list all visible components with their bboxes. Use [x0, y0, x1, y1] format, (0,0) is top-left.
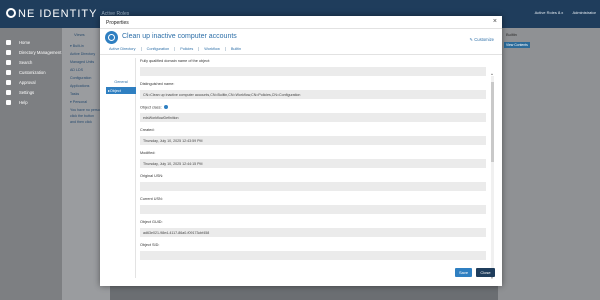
- modified-field[interactable]: Thursday, July 10, 2025 12:44:15 PM: [140, 159, 486, 168]
- tab-object[interactable]: ▸ Object: [106, 87, 136, 94]
- breadcrumb-builtin[interactable]: Builtin: [226, 47, 246, 51]
- object-title: Clean up inactive computer accounts: [122, 33, 237, 40]
- object-guid-field[interactable]: ad63e021-98e4-4117-86a0-f09173cbf458: [140, 228, 486, 237]
- views-header: Views: [74, 32, 85, 37]
- breadcrumb-active-directory[interactable]: Active Directory: [104, 47, 142, 51]
- breadcrumb-policies[interactable]: Policies: [175, 47, 200, 51]
- info-icon[interactable]: [163, 105, 168, 109]
- sidebar: Home Directory Management Search Customi…: [0, 28, 62, 300]
- field-label: Distinguished name:: [140, 82, 175, 86]
- sidebar-item-approval[interactable]: Approval: [6, 78, 36, 86]
- field-label: Modified:: [140, 151, 156, 155]
- original-usn-field[interactable]: [140, 182, 486, 191]
- field-label: Object GUID:: [140, 220, 163, 224]
- current-usn-field[interactable]: [140, 205, 486, 214]
- folder-icon: [6, 49, 11, 55]
- scrollbar-thumb[interactable]: [491, 82, 494, 162]
- brand-ring-icon: [6, 8, 16, 18]
- breadcrumb: Active Directory Configuration Policies …: [104, 45, 246, 53]
- dialog-tabs: General ▸ Object: [106, 58, 136, 278]
- sidebar-item-customization[interactable]: Customization: [6, 68, 46, 76]
- scroll-up-icon[interactable]: ▲: [491, 72, 494, 76]
- views-item[interactable]: Tasks: [70, 92, 79, 96]
- view-contents-button[interactable]: View Contents: [504, 42, 530, 48]
- top-right-links: Active Roles 8.x Administrator: [527, 10, 596, 15]
- search-icon: [6, 59, 11, 65]
- sidebar-item-home[interactable]: Home: [6, 38, 30, 46]
- save-button[interactable]: Save: [455, 268, 472, 277]
- sidebar-item-help[interactable]: Help: [6, 98, 28, 106]
- object-sid-field[interactable]: [140, 251, 486, 260]
- right-pane: Builtin View Contents: [498, 28, 600, 300]
- object-class-field[interactable]: edsWorkflowDefinition: [140, 113, 486, 122]
- customization-icon: [6, 69, 11, 75]
- field-label: Current USN:: [140, 197, 163, 201]
- sidebar-item-settings[interactable]: Settings: [6, 88, 34, 96]
- divider: [100, 54, 502, 55]
- views-item[interactable]: Managed Units: [70, 60, 94, 64]
- right-pane-title: Builtin: [506, 32, 517, 37]
- field-label: Created:: [140, 128, 155, 132]
- scrollbar[interactable]: ▲ ▼: [491, 72, 494, 280]
- views-note: and then click: [70, 120, 92, 124]
- views-item[interactable]: Applications: [70, 84, 89, 88]
- sidebar-item-directory-management[interactable]: Directory Management: [6, 48, 61, 56]
- close-icon[interactable]: ×: [493, 18, 497, 25]
- version-link[interactable]: Active Roles 8.x: [535, 10, 564, 15]
- dialog-title: Properties: [106, 20, 129, 26]
- help-icon: [6, 99, 11, 105]
- distinguished-name-field[interactable]: CN=Clean up inactive computer accounts,C…: [140, 90, 486, 99]
- views-item[interactable]: ▾ Built-in: [70, 44, 84, 48]
- field-label: Fully qualified domain name of the objec…: [140, 59, 211, 63]
- properties-dialog: Properties × Clean up inactive computer …: [100, 16, 502, 286]
- close-button[interactable]: Close: [476, 268, 495, 277]
- breadcrumb-configuration[interactable]: Configuration: [142, 47, 176, 51]
- views-item[interactable]: AD LDS: [70, 68, 83, 72]
- divider: [100, 28, 502, 29]
- object-form: Fully qualified domain name of the objec…: [140, 58, 492, 278]
- sidebar-item-search[interactable]: Search: [6, 58, 32, 66]
- views-note: click the button: [70, 114, 94, 118]
- check-icon: [6, 79, 11, 85]
- fqdn-field[interactable]: [140, 67, 486, 76]
- workflow-icon: [105, 31, 118, 44]
- gear-icon: [6, 89, 11, 95]
- created-field[interactable]: Thursday, July 10, 2025 12:43:59 PM: [140, 136, 486, 145]
- field-label: Object class:: [140, 105, 168, 110]
- views-item[interactable]: Active Directory: [70, 52, 95, 56]
- home-icon: [6, 39, 11, 45]
- tab-general[interactable]: General: [106, 78, 136, 85]
- user-menu[interactable]: Administrator: [572, 10, 596, 15]
- views-item[interactable]: Configuration: [70, 76, 91, 80]
- field-label: Object SID:: [140, 243, 160, 247]
- field-label: Original USN:: [140, 174, 164, 178]
- customize-link[interactable]: ✎ Customize: [470, 37, 494, 42]
- breadcrumb-workflow[interactable]: Workflow: [199, 47, 226, 51]
- views-item[interactable]: ▾ Personal: [70, 100, 87, 104]
